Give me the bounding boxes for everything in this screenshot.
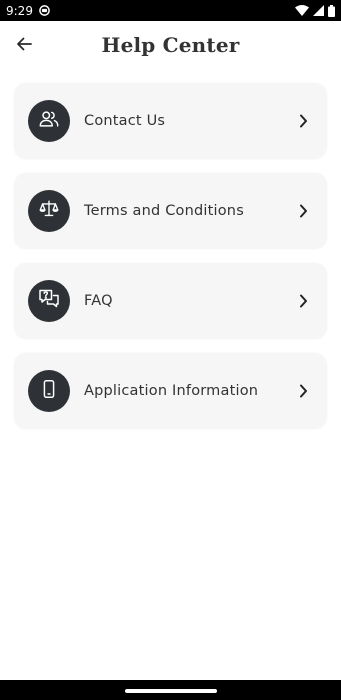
battery-icon — [328, 4, 335, 17]
faq-item[interactable]: FAQ — [14, 263, 327, 339]
menu-item-label: FAQ — [84, 293, 113, 309]
icon-circle — [28, 280, 70, 322]
status-right — [295, 4, 335, 17]
status-time: 9:29 — [6, 3, 33, 18]
contact-us-item[interactable]: Contact Us — [14, 83, 327, 159]
faq-chat-icon — [37, 287, 61, 316]
menu-item-label: Contact Us — [84, 113, 166, 129]
page-title: Help Center — [101, 33, 240, 57]
status-left: 9:29 — [6, 4, 50, 18]
icon-circle — [28, 370, 70, 412]
application-information-item[interactable]: Application Information — [14, 353, 327, 429]
signal-icon — [313, 5, 324, 16]
app-header: Help Center — [0, 21, 341, 71]
terms-and-conditions-item[interactable]: Terms and Conditions — [14, 173, 327, 249]
scale-icon — [38, 198, 60, 225]
menu-item-label: Terms and Conditions — [84, 203, 244, 219]
wifi-icon — [295, 5, 309, 16]
chevron-right-icon — [297, 203, 309, 219]
home-gesture-handle[interactable] — [124, 689, 217, 693]
help-menu-list: Contact Us Terms and Conditions FAQ Appl… — [14, 83, 327, 443]
chevron-right-icon — [297, 293, 309, 309]
users-icon — [38, 108, 60, 135]
icon-circle — [28, 100, 70, 142]
notification-icon — [39, 5, 50, 16]
system-nav-bar — [0, 680, 341, 700]
status-bar: 9:29 — [0, 0, 341, 21]
menu-item-label: Application Information — [84, 383, 259, 399]
chevron-right-icon — [297, 383, 309, 399]
chevron-right-icon — [297, 113, 309, 129]
icon-circle — [28, 190, 70, 232]
smartphone-icon — [38, 378, 60, 405]
